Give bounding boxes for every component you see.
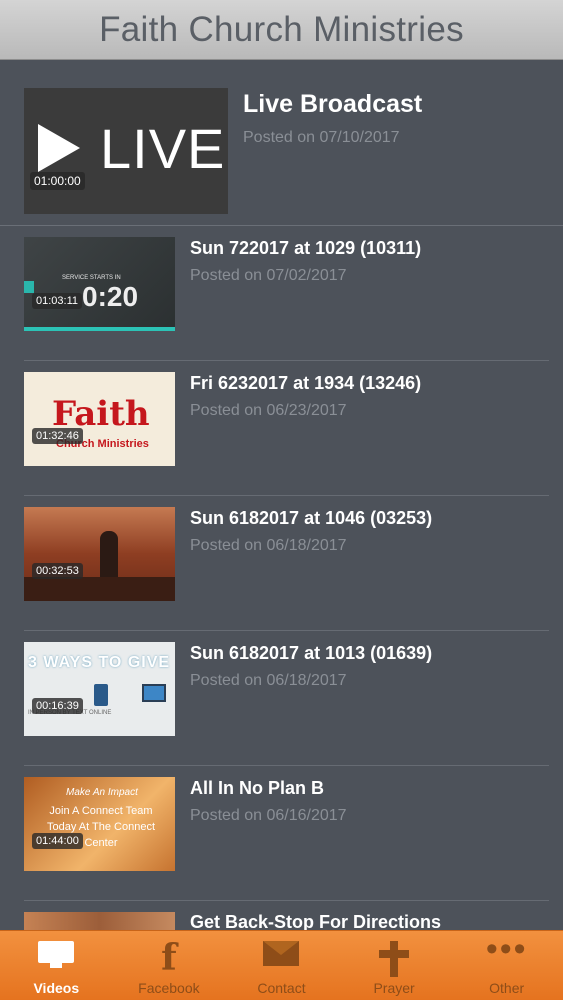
video-thumbnail[interactable]: SERVICE STARTS IN 0:20 01:03:11 [24, 237, 175, 331]
duration-badge: 01:32:46 [32, 428, 83, 444]
tab-label: Contact [257, 980, 306, 996]
play-icon [38, 124, 80, 172]
video-title[interactable]: Sun 722017 at 1029 (10311) [190, 238, 421, 259]
list-item[interactable]: Faith Church Ministries 01:32:46 Fri 623… [0, 361, 563, 496]
video-title[interactable]: Sun 6182017 at 1013 (01639) [190, 643, 432, 664]
impact-caption: Make An Impact [66, 787, 138, 798]
list-item[interactable]: Make An Impact Join A Connect Team Today… [0, 766, 563, 901]
duration-badge: 01:44:00 [32, 833, 83, 849]
thumbnail-bar [24, 327, 175, 331]
list-item[interactable]: SERVICE STARTS IN 0:20 01:03:11 Sun 7220… [0, 226, 563, 361]
video-thumbnail[interactable]: 00:32:53 [24, 507, 175, 601]
video-title[interactable]: All In No Plan B [190, 778, 347, 799]
app-title: Faith Church Ministries [99, 9, 464, 49]
video-thumbnail[interactable]: Make An Impact Join A Connect Team Today… [24, 777, 175, 871]
video-date: Posted on 06/16/2017 [190, 807, 347, 824]
tab-other[interactable]: ••• Other [450, 931, 563, 1000]
more-icon: ••• [485, 930, 528, 968]
cross-icon [379, 941, 410, 977]
video-date: Posted on 06/23/2017 [190, 402, 347, 419]
featured-video[interactable]: LIVE 01:00:00 Live Broadcast Posted on 0… [0, 60, 563, 226]
video-date: Posted on 07/10/2017 [243, 129, 400, 146]
phone-icon [94, 684, 108, 706]
video-thumbnail[interactable] [24, 912, 175, 930]
video-date: Posted on 06/18/2017 [190, 537, 347, 554]
video-date: Posted on 06/18/2017 [190, 672, 347, 689]
audience-figure [24, 577, 175, 601]
video-thumbnail[interactable]: LIVE 01:00:00 [24, 88, 228, 214]
video-title[interactable]: Get Back-Stop For Directions [190, 912, 441, 930]
speaker-figure [100, 531, 118, 581]
tab-videos[interactable]: Videos [0, 931, 113, 1000]
video-title[interactable]: Live Broadcast [243, 90, 422, 119]
video-list[interactable]: LIVE 01:00:00 Live Broadcast Posted on 0… [0, 60, 563, 930]
tab-label: Prayer [373, 980, 415, 996]
tab-prayer[interactable]: Prayer [338, 931, 451, 1000]
tab-bar: Videos f Facebook Contact Prayer ••• Oth… [0, 930, 563, 1000]
give-heading: 3 WAYS TO GIVE [28, 654, 171, 671]
video-thumbnail[interactable]: Faith Church Ministries 01:32:46 [24, 372, 175, 466]
video-title[interactable]: Sun 6182017 at 1046 (03253) [190, 508, 432, 529]
tab-facebook[interactable]: f Facebook [113, 931, 226, 1000]
list-item[interactable]: 00:32:53 Sun 6182017 at 1046 (03253) Pos… [0, 496, 563, 631]
video-date: Posted on 07/02/2017 [190, 267, 347, 284]
thumbnail-stripe [24, 281, 34, 293]
facebook-icon: f [161, 937, 177, 979]
list-item[interactable]: Get Back-Stop For Directions [0, 901, 563, 930]
duration-badge: 00:16:39 [32, 698, 83, 714]
tab-label: Videos [33, 980, 80, 996]
duration-badge: 01:03:11 [32, 293, 83, 309]
app-header: Faith Church Ministries [0, 0, 563, 60]
monitor-icon [38, 941, 75, 968]
tab-label: Other [489, 980, 525, 996]
duration-badge: 00:32:53 [32, 563, 83, 579]
duration-badge: 01:00:00 [30, 172, 85, 190]
countdown-number: 0:20 [82, 281, 139, 312]
video-thumbnail[interactable]: 3 WAYS TO GIVE IN PERSON BY TEXT ONLINE … [24, 642, 175, 736]
mail-icon [263, 941, 300, 966]
list-item[interactable]: 3 WAYS TO GIVE IN PERSON BY TEXT ONLINE … [0, 631, 563, 766]
tab-contact[interactable]: Contact [225, 931, 338, 1000]
computer-icon [142, 684, 166, 702]
video-title[interactable]: Fri 6232017 at 1934 (13246) [190, 373, 421, 394]
tab-label: Facebook [138, 980, 200, 996]
live-label: LIVE [100, 117, 226, 180]
